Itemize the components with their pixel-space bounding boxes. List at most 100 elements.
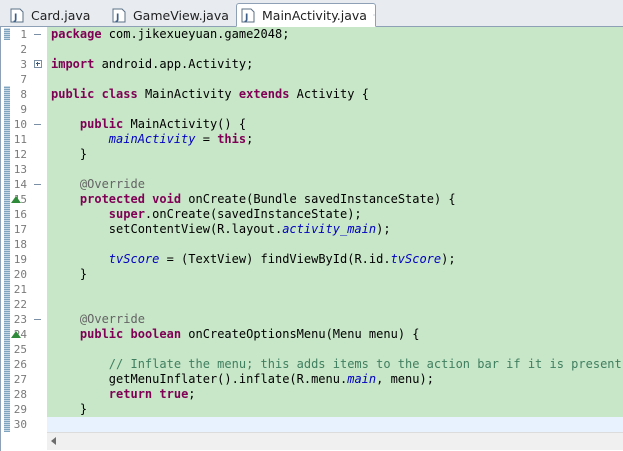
code-token: onCreateOptionsMenu(Menu menu) { — [181, 327, 420, 341]
code-line: package com.jikexueyuan.game2048; — [51, 27, 289, 42]
editor-tab-bar: J Card.java J GameView.java J MainActivi… — [0, 0, 623, 27]
code-line: return true; — [51, 387, 196, 402]
code-token: setContentView(R.layout. — [51, 222, 283, 236]
code-token: ); — [441, 252, 456, 266]
line-number: 9 — [11, 102, 47, 117]
tab-gameview-java[interactable]: J GameView.java — [108, 4, 232, 27]
line-number: 10 — [11, 117, 47, 132]
collapse-fold-icon[interactable] — [34, 121, 41, 128]
code-token: main — [347, 372, 377, 386]
line-number-label: 14 — [13, 178, 27, 191]
line-number: 24 — [11, 327, 47, 342]
collapse-fold-icon[interactable] — [34, 181, 41, 188]
horizontal-scrollbar[interactable] — [47, 432, 623, 450]
scroll-left-arrow-icon[interactable] — [51, 437, 56, 445]
code-token: protected — [79, 192, 145, 206]
svg-text:J: J — [244, 13, 248, 23]
code-token: } — [51, 147, 88, 161]
code-token: } — [51, 402, 88, 416]
line-number-label: 26 — [13, 358, 27, 371]
code-token: class — [101, 87, 138, 101]
line-number: 23 — [11, 312, 47, 327]
line-number: 25 — [11, 342, 47, 357]
line-number-label: 17 — [13, 223, 27, 236]
current-line-highlight — [47, 417, 623, 432]
code-line: public boolean onCreateOptionsMenu(Menu … — [51, 327, 420, 342]
tab-label: Card.java — [31, 8, 91, 23]
line-number-label: 25 — [13, 343, 27, 356]
code-token: public — [79, 117, 124, 131]
line-number-label: 8 — [20, 88, 27, 101]
line-number-label: 21 — [13, 283, 27, 296]
code-token: void — [152, 192, 182, 206]
code-line: super.onCreate(savedInstanceState); — [51, 207, 362, 222]
code-token: ; — [188, 387, 196, 401]
code-token: } — [51, 267, 88, 281]
code-line: setContentView(R.layout.activity_main); — [51, 222, 391, 237]
code-token: boolean — [130, 327, 182, 341]
line-number-label: 16 — [13, 208, 27, 221]
code-token: super — [108, 207, 145, 221]
line-number: 11 — [11, 132, 47, 147]
code-token: @Override — [79, 312, 145, 326]
code-line: mainActivity = this; — [51, 132, 254, 147]
tab-card-java[interactable]: J Card.java — [6, 4, 102, 27]
code-token: onCreate(Bundle savedInstanceState) { — [181, 192, 456, 206]
code-token: extends — [238, 87, 290, 101]
line-number-label: 29 — [13, 403, 27, 416]
line-number: 22 — [11, 297, 47, 312]
line-number-gutter: 1 2 3 7 8 9 10 11 12 13 14 15 16 17 18 19 20 21 22 23 24 25 26… — [11, 27, 47, 432]
line-number: 29 — [11, 402, 47, 417]
code-token: MainActivity() { — [123, 117, 247, 131]
line-number-label: 10 — [13, 118, 27, 131]
code-token: return — [108, 387, 153, 401]
line-number-label: 18 — [13, 238, 27, 251]
collapse-fold-icon[interactable] — [34, 316, 41, 323]
line-number: 13 — [11, 162, 47, 177]
line-number: 19 — [11, 252, 47, 267]
tab-mainactivity-java[interactable]: J MainActivity.java — [236, 3, 376, 27]
code-line: @Override — [51, 312, 145, 327]
code-line: // Inflate the menu; this adds items to … — [51, 357, 623, 372]
line-number: 17 — [11, 222, 47, 237]
code-token: = (TextView) findViewById(R.id. — [159, 252, 391, 266]
line-number: 16 — [11, 207, 47, 222]
expand-fold-icon[interactable] — [34, 60, 42, 68]
tab-label: GameView.java — [133, 8, 229, 23]
code-token: activity_main — [282, 222, 377, 236]
overview-ruler — [1, 27, 11, 432]
code-line: public class MainActivity extends Activi… — [51, 87, 369, 102]
line-number: 1 — [11, 27, 47, 42]
line-number-label: 23 — [13, 313, 27, 326]
collapse-fold-icon[interactable] — [34, 31, 41, 38]
line-number-label: 11 — [13, 133, 27, 146]
code-area[interactable]: package com.jikexueyuan.game2048; import … — [47, 27, 623, 432]
java-file-icon: J — [10, 8, 24, 23]
close-icon[interactable] — [373, 8, 375, 22]
line-number: 12 — [11, 147, 47, 162]
line-number: 20 — [11, 267, 47, 282]
line-number-label: 30 — [13, 418, 27, 431]
code-token: getMenuInflater().inflate(R.menu. — [51, 372, 348, 386]
code-token: this — [217, 132, 247, 146]
line-number: 28 — [11, 387, 47, 402]
code-token: ; — [246, 132, 254, 146]
line-number: 15 — [11, 192, 47, 207]
java-file-icon: J — [112, 8, 126, 23]
line-number-label: 12 — [13, 148, 27, 161]
code-editor[interactable]: 1 2 3 7 8 9 10 11 12 13 14 15 16 17 18 19 20 21 22 23 24 25 26… — [0, 27, 623, 451]
code-token: package — [51, 27, 102, 41]
ruler-change-mark — [4, 86, 10, 432]
code-line: @Override — [51, 177, 145, 192]
tab-label: MainActivity.java — [262, 7, 367, 23]
svg-text:J: J — [115, 13, 119, 23]
line-number-label: 2 — [20, 43, 27, 56]
line-number: 2 — [11, 42, 47, 57]
code-token: tvScore — [390, 252, 442, 266]
